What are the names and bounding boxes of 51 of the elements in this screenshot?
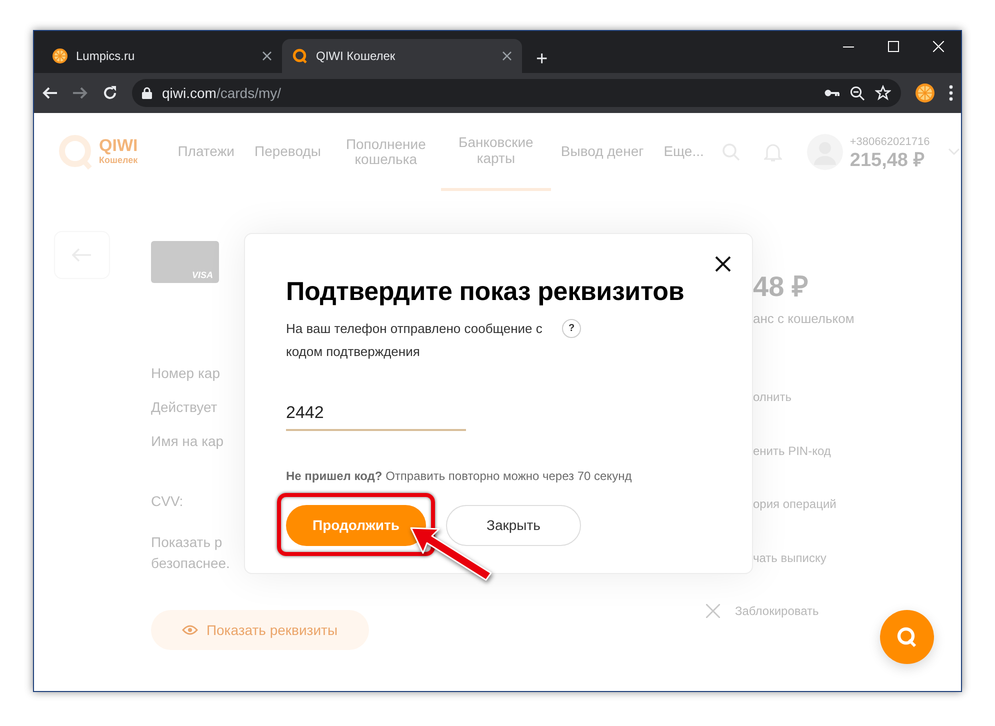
qiwi-logo-icon [896,626,918,648]
card-action-link[interactable]: чать выписку [753,548,826,567]
eye-icon [182,625,198,635]
card-action-link[interactable]: ория операций [753,495,836,514]
note-text: Показать р [151,533,222,552]
modal-message: На ваш телефон отправлено сообщение с кодом подтверждения [286,320,544,362]
cvv-label: CVV: [151,492,184,511]
star-icon[interactable] [875,85,891,101]
card-action-link[interactable]: Заблокировать [735,602,819,620]
card-balance: 48 ₽ [753,273,809,301]
citrus-slice-icon [52,48,68,64]
resend-text: Не пришел код? Отправить повторно можно через 70 секунд [286,468,633,485]
qiwi-logo-icon [292,48,308,64]
maximize-icon[interactable] [888,41,899,52]
key-icon[interactable] [824,88,840,98]
browser-tab[interactable]: Lumpics.ru [42,39,282,73]
address-bar[interactable]: qiwi.com/cards/my/ [132,79,901,107]
show-details-button[interactable]: Показать реквизиты [151,610,369,650]
continue-button[interactable]: Продолжить [286,504,426,546]
card-action-link[interactable]: олнить [753,388,792,406]
nav-link[interactable]: Вывод денег [550,113,654,191]
modal-title: Подтвердите показ реквизитов [286,276,686,308]
field-label: Действует [151,398,218,417]
close-icon[interactable] [715,256,731,272]
lock-icon [142,87,152,99]
close-icon[interactable] [262,51,272,61]
new-tab-button[interactable]: + [530,49,554,69]
back-arrow-icon[interactable] [42,85,58,101]
field-label: Номер кар [151,364,220,383]
nav-link[interactable]: Пополнение кошелька [330,113,441,191]
menu-icon[interactable] [949,85,953,101]
nav-link[interactable]: Банковские карты [440,113,551,191]
wallet-balance: 215,48 ₽ [850,150,926,170]
zoom-out-icon[interactable] [850,86,865,100]
phone-number: +380662021716 [850,135,930,150]
browser-tab[interactable]: QIWI Кошелек [282,39,522,73]
forward-arrow-icon[interactable] [72,85,88,101]
field-label: Имя на кар [151,432,224,451]
profile-avatar-icon[interactable] [915,83,935,103]
logo-subtitle: Кошелек [99,154,138,167]
reload-icon[interactable] [102,85,118,101]
nav-link[interactable]: Платежи [168,113,244,191]
close-button[interactable]: Закрыть [446,504,581,546]
url-text: qiwi.com/cards/my/ [162,84,282,103]
card-action-link[interactable]: енить PIN-код [753,442,831,460]
logo-text: QIWI [99,136,138,154]
note-text: безопаснее. [151,554,230,573]
nav-link[interactable]: Еще... [654,113,714,191]
nav-link[interactable]: Переводы [244,113,331,191]
balance-note: анс с кошельком [753,310,854,328]
help-button[interactable]: ? [562,319,581,338]
